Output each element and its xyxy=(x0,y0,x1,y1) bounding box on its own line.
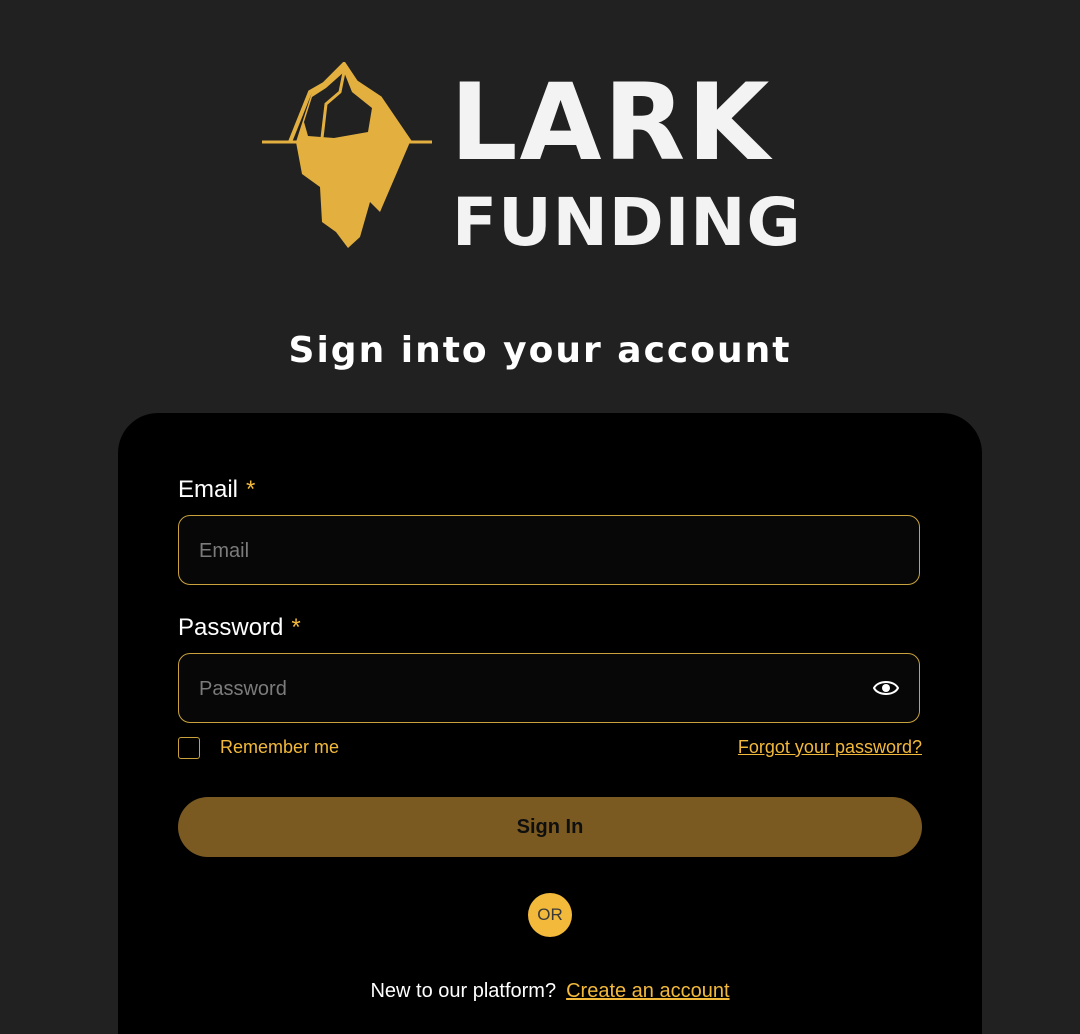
page-title: Sign into your account xyxy=(288,330,792,371)
lark-funding-logo: LARK FUNDING xyxy=(260,61,801,256)
logo-wordmark: LARK FUNDING xyxy=(450,61,801,256)
remember-me-label[interactable]: Remember me xyxy=(220,737,339,758)
login-page: LARK FUNDING Sign into your account Emai… xyxy=(0,0,1080,1034)
logo-line-lark: LARK xyxy=(450,61,772,184)
or-separator: OR xyxy=(528,893,572,937)
email-input[interactable] xyxy=(197,516,841,586)
password-label-text: Password xyxy=(178,614,284,641)
email-field-box xyxy=(178,515,920,586)
signup-prompt: New to our platform? xyxy=(370,980,557,1002)
sign-in-button[interactable]: Sign In xyxy=(178,797,922,857)
password-label: Password * xyxy=(178,614,301,642)
remember-me-checkbox[interactable] xyxy=(178,737,200,759)
password-input[interactable] xyxy=(197,654,841,724)
password-field-box xyxy=(178,653,920,724)
password-required-mark: * xyxy=(291,614,301,641)
create-account-link[interactable]: Create an account xyxy=(566,980,729,1002)
iceberg-icon xyxy=(262,62,432,248)
signup-row: New to our platform? Create an account xyxy=(118,980,982,1003)
login-form-card: Email * Password * Remember me Forgot your… xyxy=(118,413,982,1034)
email-required-mark: * xyxy=(246,476,256,503)
forgot-password-link[interactable]: Forgot your password? xyxy=(738,737,922,758)
email-label-text: Email xyxy=(178,476,239,503)
logo-line-funding: FUNDING xyxy=(452,184,802,261)
email-label: Email * xyxy=(178,476,255,504)
eye-icon[interactable] xyxy=(873,677,899,699)
